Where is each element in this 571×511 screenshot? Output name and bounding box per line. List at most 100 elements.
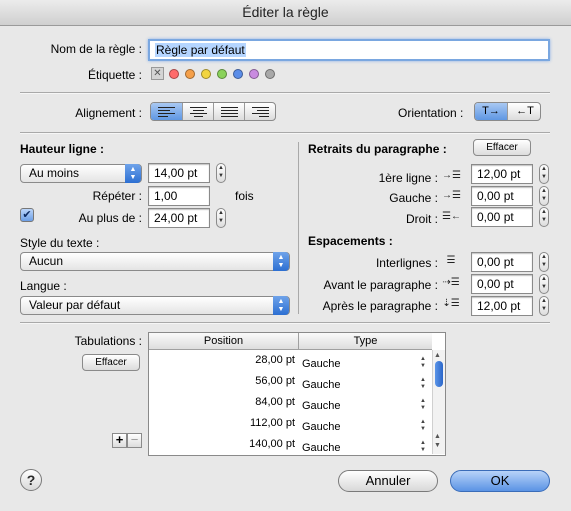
left-indent-input[interactable]: 0,00 pt	[471, 186, 533, 206]
language-select[interactable]: Valeur par défaut ▲ ▼	[20, 296, 290, 315]
tag-color-dot[interactable]	[265, 69, 275, 79]
line-height-value-input[interactable]: 14,00 pt	[148, 163, 210, 183]
cancel-button[interactable]: Annuler	[338, 470, 438, 492]
max-height-value-input[interactable]: 24,00 pt	[148, 208, 210, 228]
table-row[interactable]: 84,00 pt Gauche ▲ ▼	[149, 394, 432, 414]
indents-title: Retraits du paragraphe :	[308, 142, 447, 156]
tab-type-cell[interactable]: Gauche	[302, 358, 341, 370]
tabs-label: Tabulations :	[74, 334, 142, 348]
tag-none-icon[interactable]: ✕	[151, 67, 164, 80]
tab-position-cell[interactable]: 140,00 pt	[149, 438, 295, 450]
tab-position-cell[interactable]: 28,00 pt	[149, 354, 295, 366]
text-style-select[interactable]: Aucun ▲ ▼	[20, 252, 290, 271]
tag-color-dot[interactable]	[201, 69, 211, 79]
space-before-icon: ⇢☰	[442, 277, 460, 288]
tabs-scrollbar[interactable]: ▲ ▲ ▼	[432, 350, 445, 454]
max-height-stepper[interactable]: ▲ ▼	[216, 208, 226, 228]
tab-type-arrows-icon[interactable]: ▲ ▼	[420, 377, 426, 391]
orientation-rtl-button[interactable]: ←T	[508, 103, 540, 120]
right-indent-input[interactable]: 0,00 pt	[471, 207, 533, 227]
add-tab-button[interactable]: +	[112, 433, 127, 448]
tab-type-cell[interactable]: Gauche	[302, 442, 341, 454]
space-after-label: Après le paragraphe :	[322, 299, 438, 313]
tabs-clear-button[interactable]: Effacer	[82, 354, 140, 371]
rule-name-value: Règle par défaut	[155, 43, 246, 57]
tag-color-dot[interactable]	[169, 69, 179, 79]
space-after-stepper[interactable]: ▲ ▼	[539, 296, 549, 316]
column-separator	[298, 142, 299, 314]
align-center-icon	[190, 107, 207, 117]
text-style-label: Style du texte :	[20, 236, 100, 250]
align-justify-button[interactable]	[214, 103, 245, 120]
ok-button[interactable]: OK	[450, 470, 550, 492]
indents-clear-button[interactable]: Effacer	[473, 139, 531, 156]
tab-type-arrows-icon[interactable]: ▲ ▼	[420, 440, 426, 454]
language-value: Valeur par défaut	[29, 298, 121, 312]
tabs-table[interactable]: Position Type 28,00 pt Gauche ▲ ▼ 56,00 pt Ga…	[148, 332, 446, 456]
tab-type-cell[interactable]: Gauche	[302, 379, 341, 391]
first-line-indent-icon: →☰	[442, 170, 461, 181]
select-arrows-icon: ▲ ▼	[125, 164, 141, 183]
orientation-ltr-button[interactable]: T→	[475, 103, 508, 120]
first-line-input[interactable]: 12,00 pt	[471, 164, 533, 184]
scroll-down-icon[interactable]: ▲ ▼	[434, 432, 441, 450]
tab-type-arrows-icon[interactable]: ▲ ▼	[420, 419, 426, 433]
tag-color-dot[interactable]	[217, 69, 227, 79]
max-height-checkbox[interactable]: ✔	[20, 208, 34, 222]
line-height-mode-select[interactable]: Au moins ▲ ▼	[20, 164, 142, 183]
alignment-segmented-control[interactable]	[150, 102, 276, 121]
first-line-stepper[interactable]: ▲ ▼	[539, 164, 549, 184]
left-indent-label: Gauche :	[389, 191, 438, 205]
scroll-up-icon[interactable]: ▲	[434, 352, 441, 359]
table-row[interactable]: 112,00 pt Gauche ▲ ▼	[149, 415, 432, 435]
interline-stepper[interactable]: ▲ ▼	[539, 252, 549, 272]
tag-label: Étiquette :	[87, 68, 142, 82]
align-right-icon	[252, 107, 269, 117]
interline-input[interactable]: 0,00 pt	[471, 252, 533, 272]
separator-top	[20, 92, 550, 94]
max-height-label: Au plus de :	[78, 211, 142, 225]
rule-name-label: Nom de la règle :	[50, 42, 142, 56]
tab-type-arrows-icon[interactable]: ▲ ▼	[420, 398, 426, 412]
rule-name-input[interactable]: Règle par défaut	[148, 39, 550, 61]
tab-type-cell[interactable]: Gauche	[302, 400, 341, 412]
column-header-type[interactable]: Type	[299, 333, 432, 350]
align-right-button[interactable]	[245, 103, 275, 120]
left-indent-stepper[interactable]: ▲ ▼	[539, 186, 549, 206]
spacing-title: Espacements :	[308, 234, 393, 248]
window-title: Éditer la règle	[0, 0, 571, 26]
space-before-stepper[interactable]: ▲ ▼	[539, 274, 549, 294]
interline-icon: ☰	[446, 255, 456, 266]
table-row[interactable]: 56,00 pt Gauche ▲ ▼	[149, 373, 432, 393]
left-indent-icon: →☰	[442, 190, 461, 201]
tab-type-cell[interactable]: Gauche	[302, 421, 341, 433]
remove-tab-button[interactable]: −	[127, 433, 142, 448]
repeat-value-input[interactable]: 1,00	[148, 186, 210, 206]
space-before-input[interactable]: 0,00 pt	[471, 274, 533, 294]
line-height-stepper[interactable]: ▲ ▼	[216, 163, 226, 183]
tab-position-cell[interactable]: 56,00 pt	[149, 375, 295, 387]
table-row[interactable]: 28,00 pt Gauche ▲ ▼	[149, 352, 432, 372]
tag-color-dot[interactable]	[185, 69, 195, 79]
text-style-value: Aucun	[29, 254, 64, 268]
space-after-input[interactable]: 12,00 pt	[471, 296, 533, 316]
language-label: Langue :	[20, 279, 67, 293]
tab-type-arrows-icon[interactable]: ▲ ▼	[420, 356, 426, 370]
right-indent-stepper[interactable]: ▲ ▼	[539, 207, 549, 227]
help-button[interactable]: ?	[20, 469, 42, 491]
separator-bottom	[20, 322, 550, 324]
tab-position-cell[interactable]: 112,00 pt	[149, 417, 295, 429]
align-left-button[interactable]	[151, 103, 183, 120]
tab-position-cell[interactable]: 84,00 pt	[149, 396, 295, 408]
separator-middle	[20, 132, 550, 134]
tabs-scrollbar-thumb[interactable]	[435, 361, 443, 387]
orientation-segmented-control[interactable]: T→ ←T	[474, 102, 541, 121]
tag-color-dot[interactable]	[249, 69, 259, 79]
align-left-icon	[158, 107, 175, 117]
tag-color-dot[interactable]	[233, 69, 243, 79]
column-header-position[interactable]: Position	[149, 333, 299, 350]
select-arrows-icon: ▲ ▼	[273, 296, 289, 315]
align-center-button[interactable]	[183, 103, 214, 120]
right-indent-icon: ☰←	[442, 211, 461, 222]
table-row[interactable]: 140,00 pt Gauche ▲ ▼	[149, 436, 432, 455]
